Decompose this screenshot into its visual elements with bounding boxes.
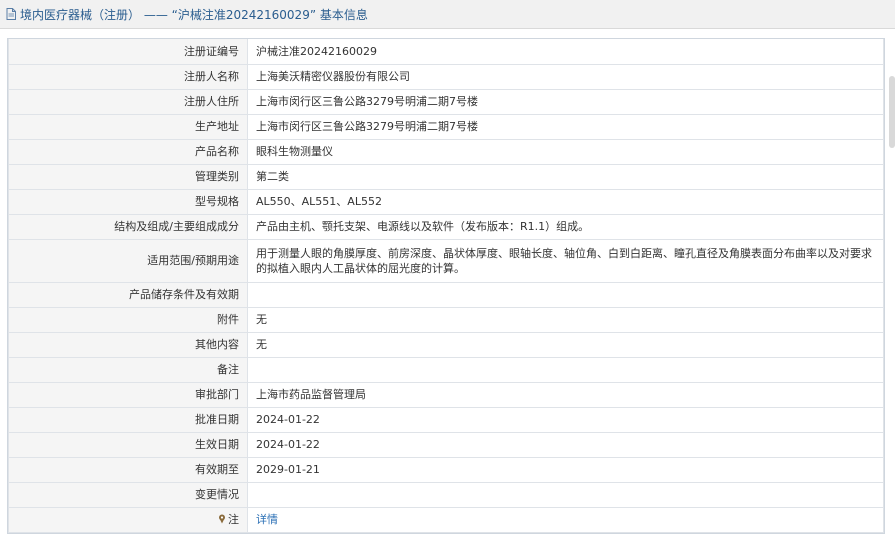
field-label: 注册人名称 <box>8 63 248 90</box>
table-row: 产品储存条件及有效期 <box>8 281 884 308</box>
field-label: 产品名称 <box>8 138 248 165</box>
field-value: 上海市闵行区三鲁公路3279号明浦二期7号楼 <box>247 88 884 115</box>
field-label: 产品储存条件及有效期 <box>8 281 248 308</box>
table-row: 产品名称 眼科生物测量仪 <box>8 138 884 165</box>
field-label: 其他内容 <box>8 331 248 358</box>
field-value: 用于测量人眼的角膜厚度、前房深度、晶状体厚度、眼轴长度、轴位角、白到白距离、瞳孔… <box>247 238 884 283</box>
field-value: 眼科生物测量仪 <box>247 138 884 165</box>
table-row: 批准日期 2024-01-22 <box>8 406 884 433</box>
note-label: 注 <box>8 506 248 533</box>
field-value: 沪械注准20242160029 <box>247 39 884 65</box>
details-link[interactable]: 详情 <box>256 513 278 526</box>
field-label: 结构及组成/主要组成成分 <box>8 213 248 240</box>
field-label: 管理类别 <box>8 163 248 190</box>
table-row: 附件 无 <box>8 306 884 333</box>
field-value: 产品由主机、颚托支架、电源线以及软件（发布版本：R1.1）组成。 <box>247 213 884 240</box>
table-row: 有效期至 2029-01-21 <box>8 456 884 483</box>
note-row: 注 详情 <box>8 506 884 533</box>
table-row: 其他内容 无 <box>8 331 884 358</box>
table-row: 注册人住所 上海市闵行区三鲁公路3279号明浦二期7号楼 <box>8 88 884 115</box>
field-value: 无 <box>247 331 884 358</box>
field-value: 2024-01-22 <box>247 406 884 433</box>
table-row: 变更情况 <box>8 481 884 508</box>
field-value: 上海市闵行区三鲁公路3279号明浦二期7号楼 <box>247 113 884 140</box>
note-label-text: 注 <box>228 513 239 526</box>
detail-table: 注册证编号 沪械注准20242160029 注册人名称 上海美沃精密仪器股份有限… <box>8 39 884 533</box>
page-title: 境内医疗器械（注册） —— “沪械注准20242160029” 基本信息 <box>20 7 368 22</box>
field-value: 无 <box>247 306 884 333</box>
page-header: 境内医疗器械（注册） —— “沪械注准20242160029” 基本信息 <box>0 0 895 29</box>
field-value <box>247 356 884 383</box>
field-label: 注册人住所 <box>8 88 248 115</box>
field-value <box>247 281 884 308</box>
field-value: 上海市药品监督管理局 <box>247 381 884 408</box>
field-label: 备注 <box>8 356 248 383</box>
field-label: 生产地址 <box>8 113 248 140</box>
field-value: 第二类 <box>247 163 884 190</box>
table-row: 注册证编号 沪械注准20242160029 <box>8 39 884 65</box>
field-label: 附件 <box>8 306 248 333</box>
field-value: 2029-01-21 <box>247 456 884 483</box>
field-label: 批准日期 <box>8 406 248 433</box>
field-value: 上海美沃精密仪器股份有限公司 <box>247 63 884 90</box>
field-value: AL550、AL551、AL552 <box>247 188 884 215</box>
table-row: 型号规格 AL550、AL551、AL552 <box>8 188 884 215</box>
field-label: 型号规格 <box>8 188 248 215</box>
detail-table-panel: 注册证编号 沪械注准20242160029 注册人名称 上海美沃精密仪器股份有限… <box>7 38 885 534</box>
field-label: 变更情况 <box>8 481 248 508</box>
field-label: 适用范围/预期用途 <box>8 238 248 283</box>
pin-icon <box>219 514 225 524</box>
document-icon <box>6 8 16 20</box>
table-row: 适用范围/预期用途 用于测量人眼的角膜厚度、前房深度、晶状体厚度、眼轴长度、轴位… <box>8 238 884 283</box>
table-row: 注册人名称 上海美沃精密仪器股份有限公司 <box>8 63 884 90</box>
field-label: 注册证编号 <box>8 39 248 65</box>
scrollbar-thumb[interactable] <box>889 76 895 148</box>
table-row: 生产地址 上海市闵行区三鲁公路3279号明浦二期7号楼 <box>8 113 884 140</box>
table-row: 管理类别 第二类 <box>8 163 884 190</box>
field-value <box>247 481 884 508</box>
field-label: 有效期至 <box>8 456 248 483</box>
field-value: 2024-01-22 <box>247 431 884 458</box>
table-row: 结构及组成/主要组成成分 产品由主机、颚托支架、电源线以及软件（发布版本：R1.… <box>8 213 884 240</box>
table-row: 审批部门 上海市药品监督管理局 <box>8 381 884 408</box>
field-label: 审批部门 <box>8 381 248 408</box>
table-row: 备注 <box>8 356 884 383</box>
table-row: 生效日期 2024-01-22 <box>8 431 884 458</box>
field-label: 生效日期 <box>8 431 248 458</box>
